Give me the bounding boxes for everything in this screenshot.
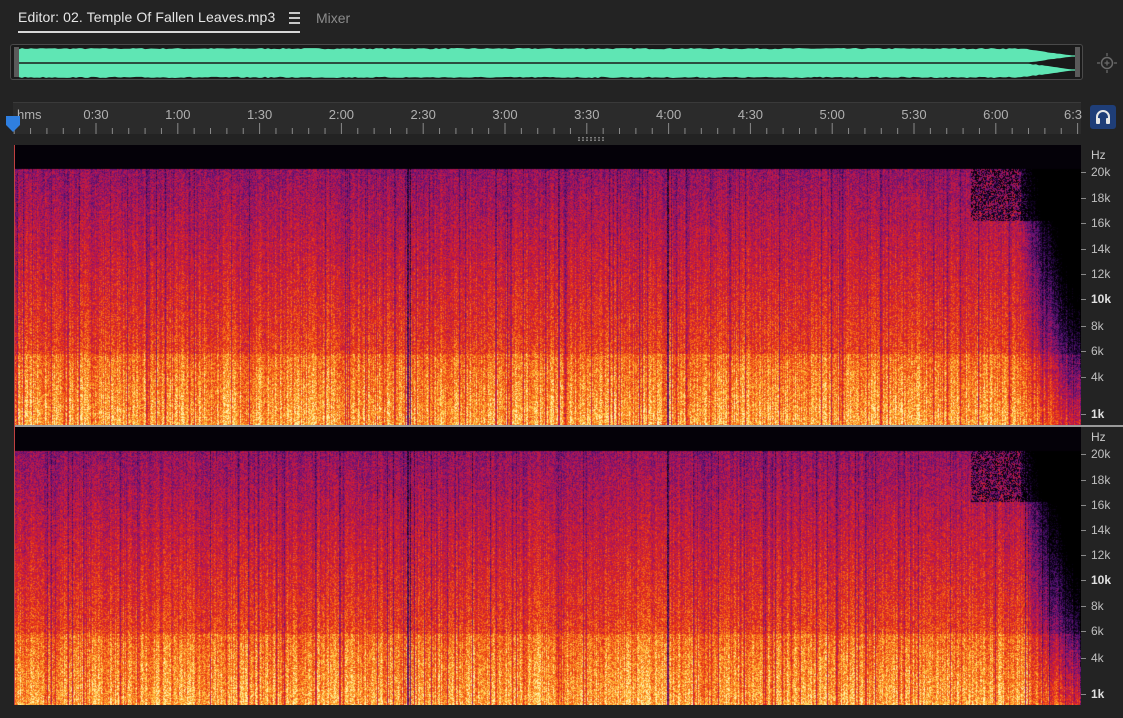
frequency-label: 8k — [1091, 599, 1104, 613]
frequency-tick — [1081, 326, 1086, 327]
frequency-tick — [1081, 198, 1086, 199]
frequency-tick — [1081, 658, 1086, 659]
frequency-label: 4k — [1091, 651, 1104, 665]
overview-waveform — [14, 47, 1080, 78]
ruler-tick-label: 5:00 — [819, 107, 845, 122]
frequency-tick — [1081, 249, 1086, 250]
frequency-label: 6k — [1091, 344, 1104, 358]
frequency-label: 10k — [1091, 292, 1112, 306]
frequency-tick — [1081, 274, 1086, 275]
frequency-tick — [1081, 454, 1086, 455]
frequency-label: 18k — [1091, 191, 1111, 205]
frequency-unit-label: Hz — [1091, 430, 1106, 444]
ruler-tick-label: 1:00 — [165, 107, 191, 122]
ruler-tick-label: 2:00 — [328, 107, 355, 122]
frequency-scale-right[interactable]: Hz 20k 18k 16k 14k 12k 10k 8k 6k 4k 1k — [1081, 427, 1123, 705]
overview-range-handle[interactable] — [14, 47, 19, 77]
ruler-tick-label: 6:00 — [983, 107, 1009, 122]
frequency-tick — [1081, 172, 1086, 173]
spectrogram-canvas-left — [15, 145, 1081, 425]
frequency-label: 10k — [1091, 573, 1112, 587]
ruler-tick-label: 3:30 — [574, 107, 600, 122]
zoom-to-selection-icon[interactable] — [1096, 52, 1118, 74]
frequency-label: 14k — [1091, 523, 1111, 537]
frequency-tick — [1081, 377, 1086, 378]
spectrogram-channel-right[interactable] — [15, 427, 1081, 705]
ruler-tick-label: 5:30 — [901, 107, 927, 122]
overview-range-handle[interactable] — [1075, 47, 1080, 77]
frequency-label: 20k — [1091, 165, 1111, 179]
ruler-tick-label: 4:30 — [737, 107, 764, 122]
frequency-tick — [1081, 530, 1086, 531]
ruler-tick-label: 6:3 — [1063, 107, 1083, 122]
ruler-tick-label: 2:30 — [410, 107, 436, 122]
ruler-tick-label: 1:30 — [246, 107, 273, 122]
ruler-tick-label: 0:30 — [83, 107, 109, 122]
frequency-label: 12k — [1091, 267, 1111, 281]
frequency-tick — [1081, 694, 1086, 695]
frequency-unit-label: Hz — [1091, 148, 1106, 162]
time-ruler[interactable]: hms 0:30 1:00 1:30 2:00 2:30 3:00 3:30 4:00 4:30… — [13, 102, 1083, 134]
tab-bar: Editor: 02. Temple Of Fallen Leaves.mp3 … — [0, 0, 1123, 36]
frequency-label: 4k — [1091, 370, 1104, 384]
frequency-tick — [1081, 631, 1086, 632]
frequency-label: 8k — [1091, 319, 1104, 333]
frequency-tick — [1081, 505, 1086, 506]
ruler-tick-label: 3:00 — [492, 107, 518, 122]
frequency-label: 18k — [1091, 473, 1111, 487]
monitor-button[interactable] — [1090, 105, 1116, 129]
frequency-tick — [1081, 580, 1086, 581]
frequency-tick — [1081, 414, 1086, 415]
frequency-label: 12k — [1091, 548, 1111, 562]
frequency-tick — [1081, 480, 1086, 481]
frequency-label: 16k — [1091, 498, 1111, 512]
resize-grip[interactable] — [578, 137, 606, 141]
frequency-label: 16k — [1091, 216, 1111, 230]
ruler-tick-label: 4:00 — [655, 107, 682, 122]
frequency-label: 6k — [1091, 624, 1104, 638]
frequency-scale-left[interactable]: Hz 20k 18k 16k 14k 12k 10k 8k 6k 4k 1k — [1081, 145, 1123, 425]
frequency-tick — [1081, 351, 1086, 352]
overview-waveform-channel — [19, 48, 1075, 64]
frequency-tick — [1081, 299, 1086, 300]
tab-editor[interactable]: Editor: 02. Temple Of Fallen Leaves.mp3 — [18, 9, 301, 33]
spectrogram-channel-left[interactable] — [15, 145, 1081, 425]
headphones-icon — [1096, 110, 1110, 124]
tab-editor-label: Editor: 02. Temple Of Fallen Leaves.mp3 — [18, 9, 276, 25]
overview-navigator[interactable] — [10, 44, 1083, 80]
frequency-label: 1k — [1091, 687, 1105, 701]
overview-waveform-channel — [19, 62, 1075, 78]
playhead-marker[interactable] — [6, 116, 20, 134]
frequency-tick — [1081, 223, 1086, 224]
frequency-tick — [1081, 555, 1086, 556]
frequency-label: 1k — [1091, 407, 1105, 421]
frequency-tick — [1081, 606, 1086, 607]
ruler-unit-label: hms — [17, 107, 42, 122]
frequency-label: 20k — [1091, 447, 1111, 461]
spectrogram-canvas-right — [15, 427, 1081, 705]
tab-mixer[interactable]: Mixer — [316, 10, 350, 26]
frequency-label: 14k — [1091, 242, 1111, 256]
playhead-line — [14, 145, 15, 705]
hamburger-menu-icon[interactable] — [289, 12, 301, 24]
